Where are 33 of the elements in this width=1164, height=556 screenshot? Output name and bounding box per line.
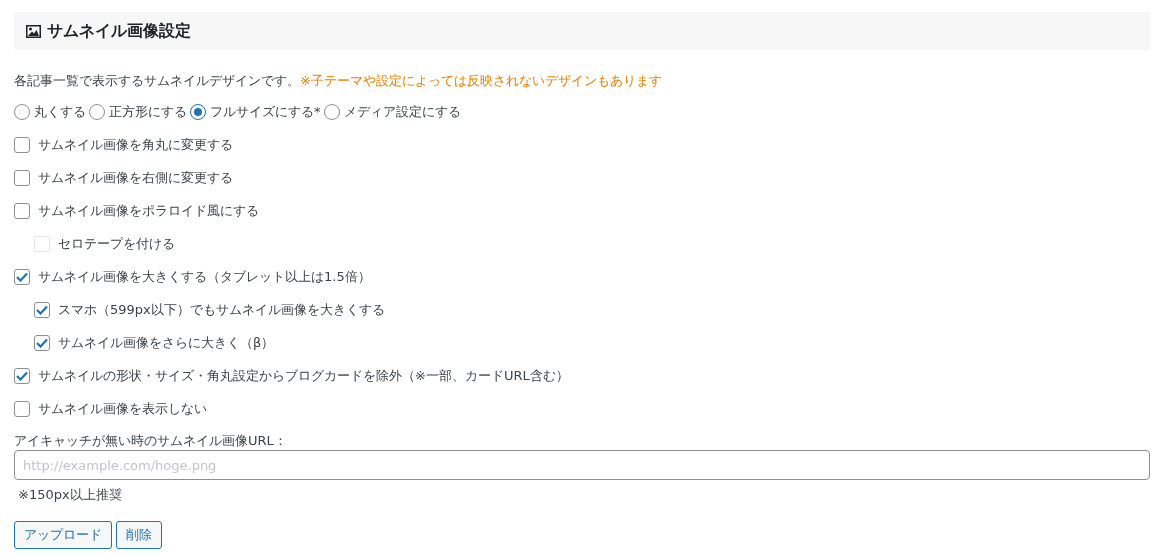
radio-button[interactable] (14, 104, 30, 120)
checkbox[interactable] (14, 269, 30, 285)
field-label: アイキャッチが無い時のサムネイル画像URL： (14, 432, 288, 450)
checkbox[interactable] (34, 335, 50, 351)
hint-text: ※150px以上推奨 (18, 486, 123, 504)
radio-label[interactable]: メディア設定にする (343, 102, 461, 122)
checkbox-label[interactable]: サムネイル画像を角丸に変更する (38, 135, 233, 155)
radio-label[interactable]: 丸くする (34, 102, 86, 122)
radio-button[interactable] (323, 104, 340, 120)
checkbox-label[interactable]: スマホ（599px以下）でもサムネイル画像を大きくする (58, 300, 385, 320)
checkbox[interactable] (14, 137, 30, 153)
section-title: サムネイル画像設定 (47, 21, 191, 41)
radio-button[interactable] (190, 104, 206, 120)
description-note: ※子テーマや設定によっては反映されないデザインもあります (300, 72, 662, 90)
checkbox[interactable] (14, 401, 30, 417)
upload-button[interactable]: アップロード (14, 520, 112, 549)
checkbox-label[interactable]: サムネイル画像をポラロイド風にする (38, 201, 259, 221)
checkbox-label[interactable]: サムネイル画像をさらに大きく（β） (58, 333, 275, 353)
radio-label[interactable]: フルサイズにする* (210, 102, 321, 122)
description-text: 各記事一覧で表示するサムネイルデザインです。 (14, 72, 300, 90)
checkbox-label[interactable]: サムネイル画像を大きくする（タブレット以上は1.5倍） (38, 267, 371, 287)
image-icon (26, 24, 41, 38)
checkbox-label[interactable]: サムネイル画像を右側に変更する (38, 168, 233, 188)
checkbox-label[interactable]: サムネイルの形状・サイズ・角丸設定からブログカードを除外（※一部、カードURL含む） (38, 366, 569, 386)
radio-button[interactable] (89, 104, 105, 120)
delete-button[interactable]: 削除 (116, 520, 162, 549)
checkbox[interactable] (34, 302, 50, 318)
url-field[interactable]: http://example.com/hoge.png (14, 450, 1150, 480)
checkbox-label[interactable]: サムネイル画像を表示しない (38, 399, 207, 419)
checkbox[interactable] (14, 368, 30, 384)
checkbox[interactable] (14, 170, 30, 186)
radio-label[interactable]: 正方形にする (109, 102, 187, 122)
checkbox[interactable] (14, 203, 30, 219)
